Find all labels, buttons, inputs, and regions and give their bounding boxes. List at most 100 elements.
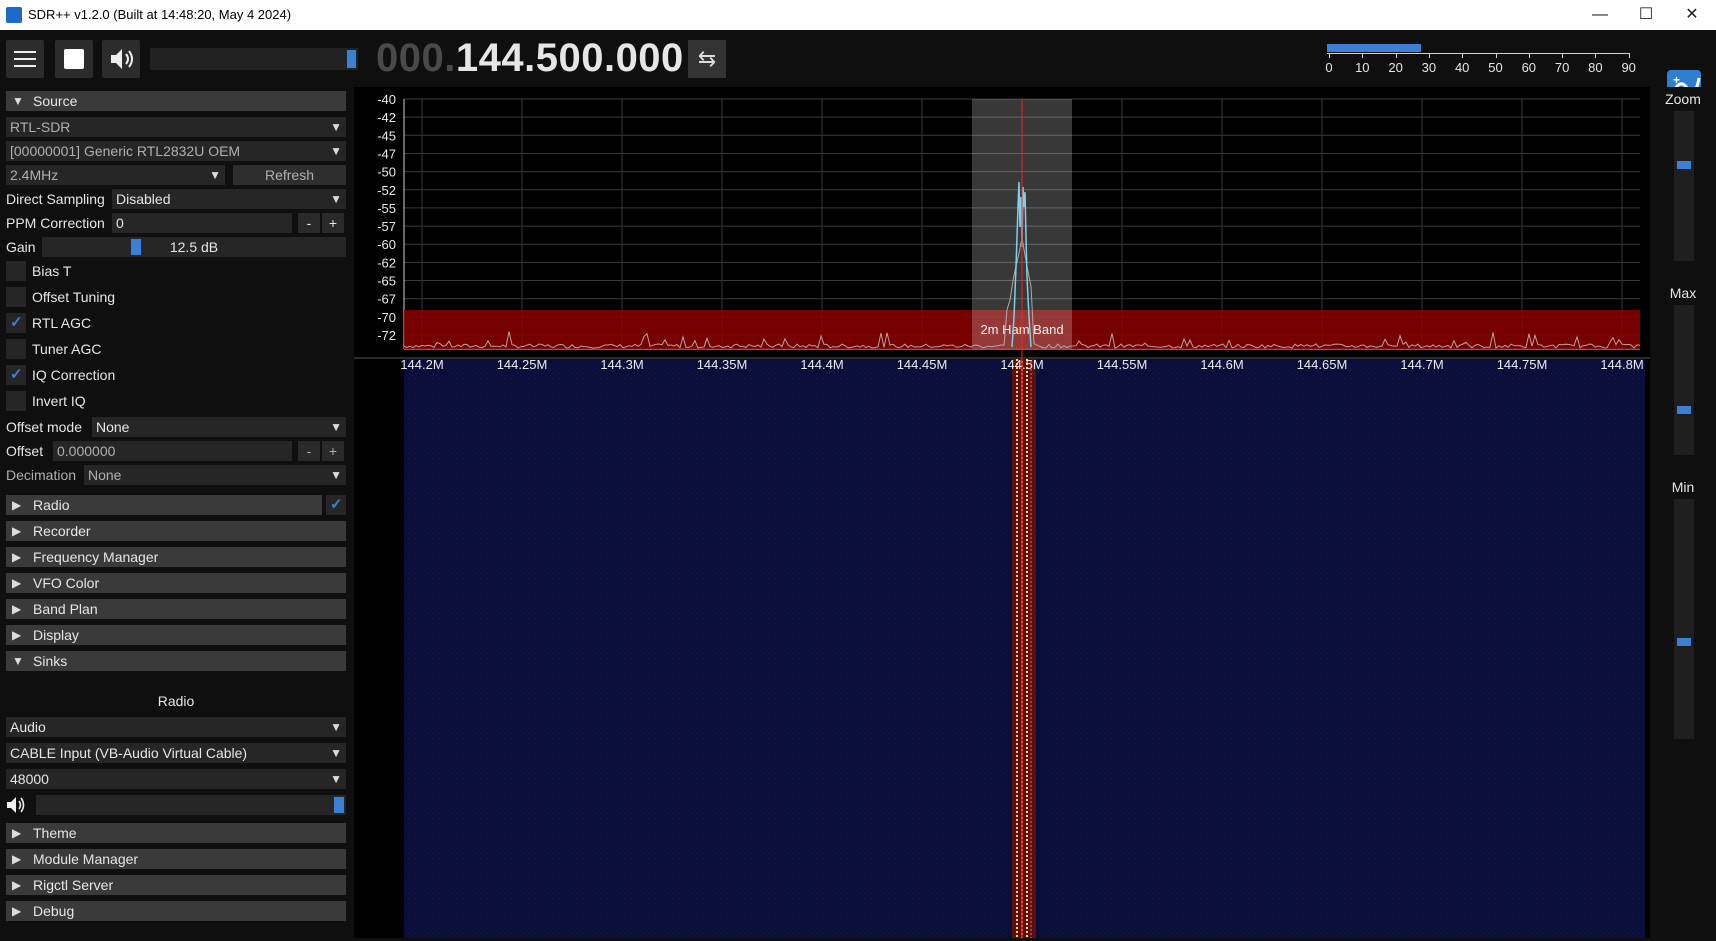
close-button[interactable]: ✕ [1669,0,1715,30]
zoom-slider-handle[interactable] [1677,161,1691,170]
iq-correction-checkbox[interactable]: ✓ IQ Correction [6,365,346,385]
snr-tick [1595,53,1597,58]
snr-tick-label: 80 [1588,60,1603,75]
fft-y-tick-label: -57 [377,219,396,234]
select-value: None [96,419,130,435]
section-band-plan-header[interactable]: ▶ Band Plan [6,599,346,619]
section-title: Display [33,627,79,643]
invert-iq-checkbox[interactable]: Invert IQ [6,391,346,411]
section-sinks-header[interactable]: ▼ Sinks [6,651,346,671]
section-display-header[interactable]: ▶ Display [6,625,346,645]
frequency-display[interactable]: 000.144.500.000 [376,36,684,81]
expand-arrow-icon: ▶ [12,904,22,918]
checkmark-icon: ✓ [10,366,23,383]
snr-tick-label: 10 [1355,60,1370,75]
offset-decrement-button[interactable]: - [298,441,320,461]
snr-tick-label: 30 [1421,60,1437,75]
bias-t-checkbox[interactable]: Bias T [6,261,346,281]
section-title: Module Manager [33,851,139,867]
direct-sampling-select[interactable]: Disabled ▼ [112,189,346,209]
expand-arrow-icon: ▶ [12,576,22,590]
select-value: CABLE Input (VB-Audio Virtual Cable) [10,745,248,761]
tuning-mode-button[interactable]: ⇆ [688,40,726,78]
fft-x-tick-label: 144.2M [400,357,443,372]
frequency-main[interactable]: 144.500.000 [456,36,684,80]
stop-button[interactable] [55,40,93,78]
dropdown-arrow-icon: ▼ [330,720,342,734]
checkbox-label: Invert IQ [32,393,86,409]
max-slider-handle[interactable] [1677,406,1691,415]
fft-y-tick-label: -65 [377,274,396,289]
minimize-button[interactable]: — [1577,0,1623,30]
offset-increment-button[interactable]: + [322,441,344,461]
tuner-agc-checkbox[interactable]: Tuner AGC [6,339,346,359]
sink-volume-slider[interactable] [36,795,346,815]
sink-speaker-icon[interactable] [6,795,28,815]
section-debug-header[interactable]: ▶ Debug [6,901,346,921]
input-value: 0.000000 [57,443,116,459]
device-select[interactable]: [00000001] Generic RTL2832U OEM ▼ [6,141,346,161]
section-theme-header[interactable]: ▶ Theme [6,823,346,843]
section-rigctl-server-header[interactable]: ▶ Rigctl Server [6,875,346,895]
volume-slider-handle[interactable] [347,50,356,68]
source-type-select[interactable]: RTL-SDR ▼ [6,117,346,137]
section-title: Band Plan [33,601,98,617]
sidebar: ▼ Source RTL-SDR ▼ [00000001] Generic RTL… [0,87,352,938]
menu-button[interactable] [6,40,44,78]
fft-x-tick-label: 144.35M [697,357,748,372]
offset-mode-select[interactable]: None ▼ [92,417,346,437]
section-title: Radio [33,497,70,513]
audio-samplerate-select[interactable]: 48000 ▼ [6,769,346,789]
offset-tuning-checkbox[interactable]: Offset Tuning [6,287,346,307]
section-module-manager-header[interactable]: ▶ Module Manager [6,849,346,869]
select-value: [00000001] Generic RTL2832U OEM [10,143,241,159]
samplerate-select[interactable]: 2.4MHz ▼ [6,165,225,185]
maximize-button[interactable]: ☐ [1623,0,1669,30]
section-recorder-header[interactable]: ▶ Recorder [6,521,346,541]
checkbox-box[interactable]: ✓ [6,365,26,385]
section-radio-header[interactable]: ▶ Radio [6,495,322,515]
ppm-increment-button[interactable]: + [322,213,344,233]
dropdown-arrow-icon: ▼ [209,168,221,182]
section-frequency-manager-header[interactable]: ▶ Frequency Manager [6,547,346,567]
app-icon [6,7,22,23]
decimation-select[interactable]: None ▼ [84,465,346,485]
checkbox-box[interactable] [6,391,26,411]
audio-device-select[interactable]: CABLE Input (VB-Audio Virtual Cable) ▼ [6,743,346,763]
min-slider-handle[interactable] [1677,637,1691,646]
section-vfo-color-header[interactable]: ▶ VFO Color [6,573,346,593]
fft-waterfall-canvas[interactable]: -40 -42 -45 -47 -50 -52 -55 -57 -60 -62 -65 -67 -70 -… [354,87,1650,938]
section-source-header[interactable]: ▼ Source [6,91,346,111]
max-slider[interactable] [1674,305,1694,455]
sink-type-select[interactable]: Audio ▼ [6,717,346,737]
refresh-button[interactable]: Refresh [233,165,346,185]
ppm-decrement-button[interactable]: - [298,213,320,233]
checkbox-box[interactable]: ✓ [6,313,26,333]
direct-sampling-label: Direct Sampling [6,191,105,207]
checkbox-box[interactable] [6,287,26,307]
expand-arrow-icon: ▶ [12,524,22,538]
frequency-prefix[interactable]: 000. [376,36,456,80]
ppm-input[interactable]: 0 [112,213,292,233]
decimation-label: Decimation [6,467,77,483]
snr-level-bar [1327,44,1421,52]
stop-icon [64,49,84,69]
select-value: Audio [10,719,46,735]
volume-slider[interactable] [150,48,358,70]
select-value: 48000 [10,771,49,787]
offset-input[interactable]: 0.000000 [53,441,292,461]
spectrum-panel[interactable]: -40 -42 -45 -47 -50 -52 -55 -57 -60 -62 -65 -67 -70 -… [354,87,1650,938]
collapse-arrow-icon: ▼ [12,94,24,108]
snr-tick-label: 90 [1621,60,1636,75]
snr-tick [1495,53,1497,58]
checkbox-box[interactable] [6,261,26,281]
rtl-agc-checkbox[interactable]: ✓ RTL AGC [6,313,346,333]
snr-meter: 0 10 20 30 40 50 60 70 80 90 [1325,44,1636,80]
sink-volume-handle[interactable] [334,797,344,813]
min-slider[interactable] [1674,499,1694,739]
mute-button[interactable] [102,40,140,78]
radio-enable-checkbox[interactable]: ✓ [326,495,346,515]
checkbox-box[interactable] [6,339,26,359]
zoom-slider[interactable] [1674,111,1694,261]
gain-slider[interactable]: 12.5 dB [42,237,346,257]
